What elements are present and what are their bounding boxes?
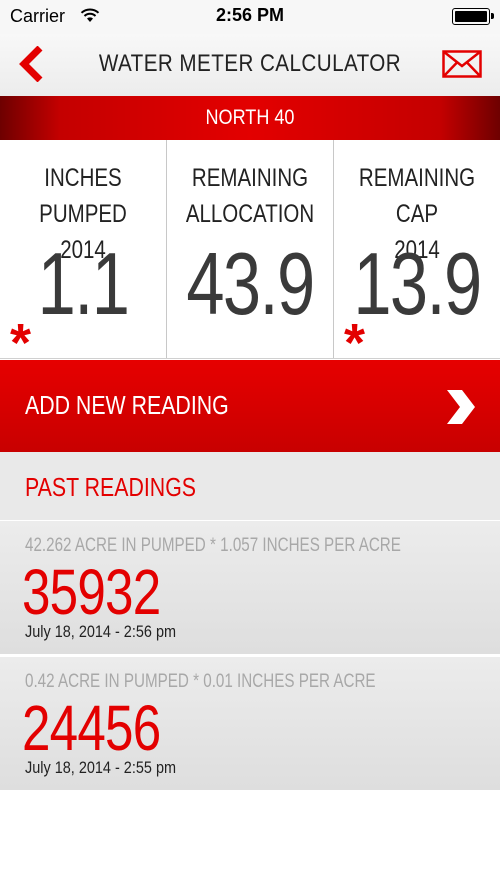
reading-date: July 18, 2014 - 2:56 pm	[25, 622, 177, 641]
section-name: NORTH 40	[205, 106, 295, 129]
list-item[interactable]: 0.42 ACRE IN PUMPED * 0.01 INCHES PER AC…	[0, 656, 500, 790]
stat-value: 43.9	[186, 234, 315, 333]
stat-label: REMAINING ALLOCATION	[185, 164, 315, 228]
stat-remaining-allocation: REMAINING ALLOCATION 43.9	[166, 140, 333, 358]
past-readings-title: PAST READINGS	[25, 472, 197, 502]
nav-bar: WATER METER CALCULATOR	[0, 34, 500, 96]
chevron-right-icon	[447, 390, 475, 424]
reading-value: 35932	[22, 556, 161, 628]
mail-icon[interactable]	[442, 50, 482, 78]
status-bar: Carrier 2:56 PM	[0, 0, 500, 34]
stat-inches-pumped: INCHES PUMPED 2014 1.1 *	[0, 140, 166, 370]
reading-value: 24456	[22, 692, 161, 764]
list-item[interactable]: 42.262 ACRE IN PUMPED * 1.057 INCHES PER…	[0, 520, 500, 654]
stat-value: 13.9	[353, 234, 482, 333]
stats-row: INCHES PUMPED 2014 1.1 * REMAINING ALLOC…	[0, 140, 500, 370]
past-readings-header: PAST READINGS	[0, 452, 500, 520]
status-time: 2:56 PM	[215, 5, 285, 25]
add-new-reading-button[interactable]: ADD NEW READING	[0, 360, 500, 452]
stat-remaining-cap: REMAINING CAP 2014 13.9 *	[333, 140, 500, 370]
add-new-reading-label: ADD NEW READING	[25, 390, 229, 420]
section-banner: NORTH 40	[0, 96, 500, 140]
reading-formula: 0.42 ACRE IN PUMPED * 0.01 INCHES PER AC…	[25, 671, 376, 692]
page-title: WATER METER CALCULATOR	[98, 50, 402, 77]
battery-icon	[452, 8, 494, 25]
reading-formula: 42.262 ACRE IN PUMPED * 1.057 INCHES PER…	[25, 535, 401, 556]
stat-value: 1.1	[37, 234, 130, 333]
reading-date: July 18, 2014 - 2:55 pm	[25, 758, 177, 777]
